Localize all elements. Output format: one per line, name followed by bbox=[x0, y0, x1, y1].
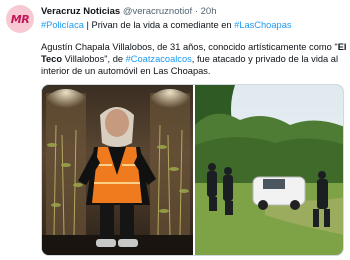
tweet-body: Agustín Chapala Villalobos, de 31 años, … bbox=[41, 41, 347, 77]
separator-dot: · bbox=[194, 6, 198, 17]
avatar-initials: MR bbox=[10, 12, 30, 26]
hashtag-coatzacoalcos[interactable]: #Coatzacoalcos bbox=[126, 54, 192, 64]
comedian-illustration bbox=[42, 85, 193, 255]
body-text-1: Agustín Chapala Villalobos, de 31 años, … bbox=[41, 42, 338, 52]
tweet-title-line: #Policíaca | Privan de la vida a comedia… bbox=[41, 19, 344, 31]
tweet-time[interactable]: 20h bbox=[201, 6, 217, 17]
tweet-media-grid bbox=[41, 84, 344, 256]
crime-scene-illustration bbox=[195, 85, 343, 255]
hashtag-policiaca[interactable]: #Policíaca bbox=[41, 20, 84, 30]
body-text-2: Villalobos", de bbox=[62, 54, 126, 64]
author-name[interactable]: Veracruz Noticias bbox=[41, 6, 120, 17]
photo-comedian[interactable] bbox=[42, 85, 193, 255]
title-text: | Privan de la vida a comediante en bbox=[83, 20, 235, 30]
photo-crime-scene[interactable] bbox=[195, 85, 343, 255]
hashtag-laschoapas[interactable]: #LasChoapas bbox=[234, 20, 291, 30]
avatar[interactable]: MR bbox=[6, 5, 34, 33]
author-handle[interactable]: @veracruznotiof bbox=[123, 6, 192, 17]
tweet-header: Veracruz Noticias @veracruznotiof · 20h bbox=[41, 5, 344, 18]
